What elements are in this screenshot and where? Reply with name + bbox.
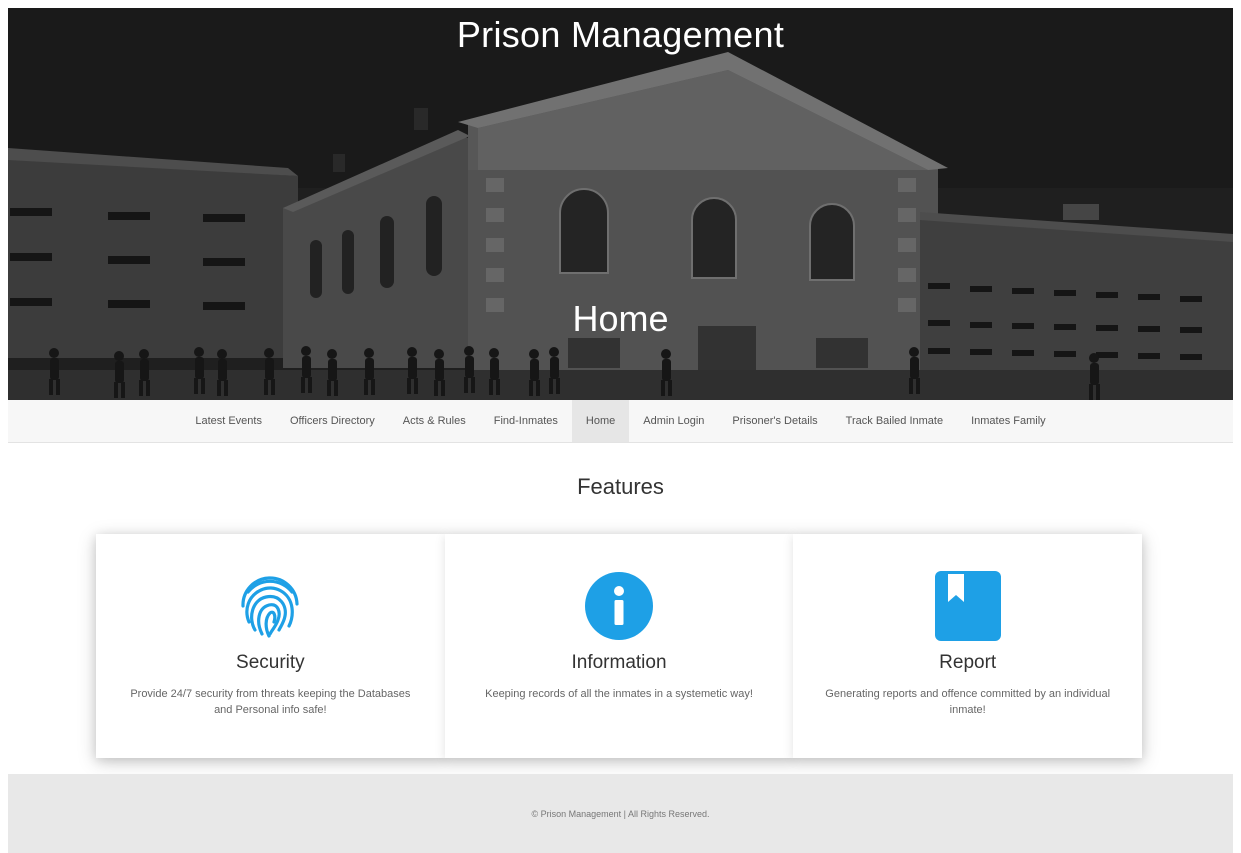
main-nav: Latest Events Officers Directory Acts & … <box>8 400 1233 443</box>
feature-title-security: Security <box>236 652 305 673</box>
fingerprint-icon <box>241 576 299 638</box>
page-heading: Home <box>572 298 669 339</box>
feature-card-information: Information Keeping records of all the i… <box>444 534 794 758</box>
nav-item-find-inmates[interactable]: Find-Inmates <box>480 400 572 442</box>
nav-item-track-bailed-inmate[interactable]: Track Bailed Inmate <box>832 400 957 442</box>
page: Prison Management Home Latest Events Off… <box>8 8 1233 853</box>
feature-desc-information: Keeping records of all the inmates in a … <box>485 688 753 700</box>
feature-card-security: Security Provide 24/7 security from thre… <box>96 534 445 758</box>
info-icon <box>585 572 653 640</box>
copyright-text: © Prison Management | All Rights Reserve… <box>531 808 710 819</box>
hero-banner: Prison Management Home <box>8 8 1233 400</box>
nav-item-home[interactable]: Home <box>571 400 630 442</box>
prison-building-image <box>8 8 1233 400</box>
features-heading: Features <box>577 474 664 499</box>
footer: © Prison Management | All Rights Reserve… <box>8 774 1233 853</box>
feature-desc-security: Provide 24/7 security from threats keepi… <box>130 688 411 716</box>
feature-cards: Security Provide 24/7 security from thre… <box>96 534 1143 758</box>
feature-title-information: Information <box>571 652 667 673</box>
bookmark-icon <box>934 571 1001 641</box>
nav-item-officers-directory[interactable]: Officers Directory <box>276 400 389 442</box>
nav-item-inmates-family[interactable]: Inmates Family <box>957 400 1060 442</box>
nav-item-prisoners-details[interactable]: Prisoner's Details <box>718 400 831 442</box>
nav-item-latest-events[interactable]: Latest Events <box>181 400 276 442</box>
feature-desc-report: Generating reports and offence committed… <box>825 688 1111 716</box>
nav-item-acts-rules[interactable]: Acts & Rules <box>389 400 480 442</box>
site-title: Prison Management <box>456 14 785 55</box>
nav-item-admin-login[interactable]: Admin Login <box>629 400 718 442</box>
feature-title-report: Report <box>939 652 997 673</box>
feature-card-report: Report Generating reports and offence co… <box>793 534 1143 758</box>
